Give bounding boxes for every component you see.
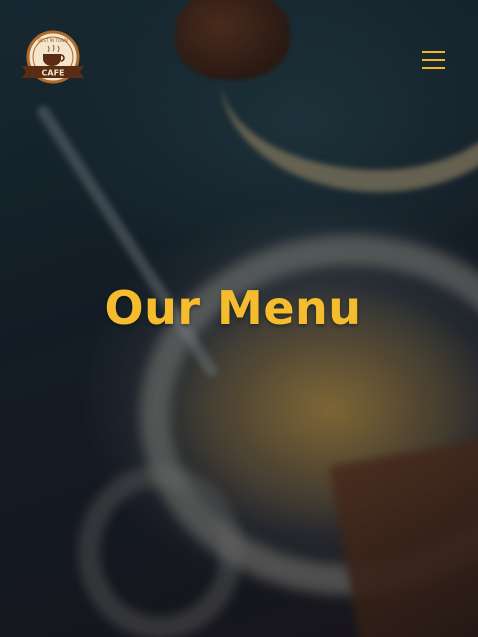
hamburger-line [422, 67, 445, 69]
hamburger-menu-icon[interactable] [419, 48, 449, 72]
logo-top-text: BEST IN TOWN [38, 38, 68, 43]
logo-label: CAFE [42, 69, 65, 78]
cafe-logo-link[interactable]: BEST IN TOWN CAFE [18, 30, 88, 86]
cafe-logo-icon: BEST IN TOWN CAFE [22, 30, 84, 84]
hamburger-line [422, 59, 445, 61]
hamburger-line [422, 51, 445, 53]
page-title: Our Menu [104, 281, 362, 335]
